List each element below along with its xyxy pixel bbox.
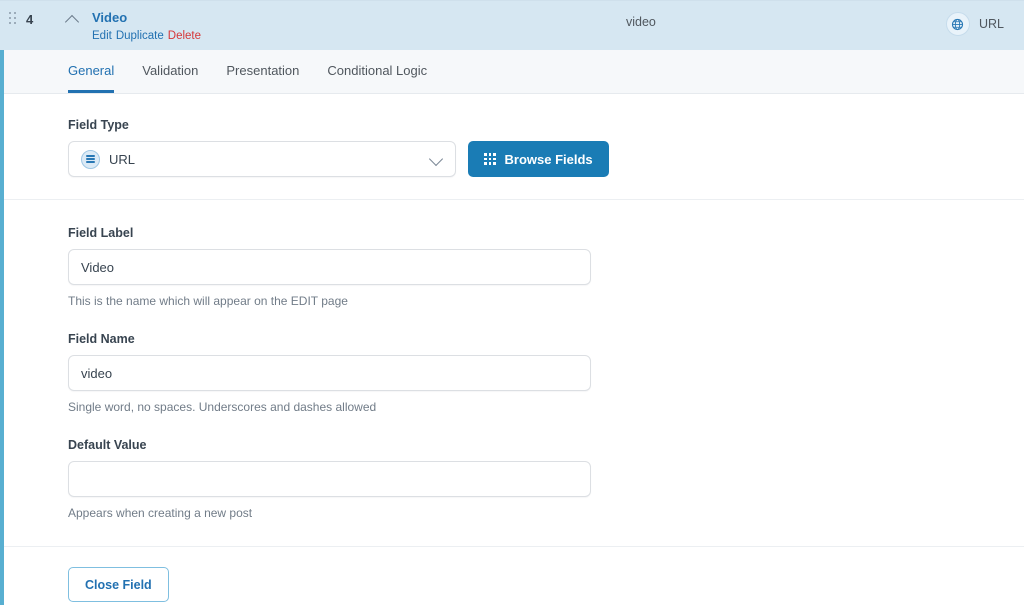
tab-general[interactable]: General bbox=[68, 50, 115, 93]
field-name-input[interactable] bbox=[68, 355, 591, 391]
general-settings-section: Field Label This is the name which will … bbox=[0, 200, 1024, 547]
field-type-row: URL Browse Fields bbox=[68, 141, 1024, 177]
field-name-help: Single word, no spaces. Underscores and … bbox=[68, 400, 377, 414]
field-name-group: Field Name Single word, no spaces. Under… bbox=[68, 332, 1024, 414]
field-title-block: Video Edit Duplicate Delete bbox=[92, 9, 242, 43]
field-footer: Close Field bbox=[0, 547, 1024, 602]
browse-fields-label: Browse Fields bbox=[504, 151, 593, 167]
field-name-caption: Field Name bbox=[68, 332, 135, 346]
grid-dots-icon bbox=[484, 153, 496, 165]
tab-general-label: General bbox=[68, 63, 115, 78]
duplicate-link[interactable]: Duplicate bbox=[116, 30, 164, 42]
chevron-up-icon bbox=[64, 14, 80, 30]
delete-link[interactable]: Delete bbox=[168, 30, 201, 42]
field-title[interactable]: Video bbox=[92, 10, 242, 26]
field-label-caption: Field Label bbox=[68, 226, 134, 240]
field-label-help: This is the name which will appear on th… bbox=[68, 294, 348, 308]
field-header: 4 Video Edit Duplicate Delete video URL bbox=[0, 0, 1024, 50]
globe-icon bbox=[945, 12, 970, 36]
field-type-label-text: Field Type bbox=[68, 118, 129, 132]
field-name-summary: video bbox=[626, 15, 656, 29]
field-settings-tabs: General Validation Presentation Conditio… bbox=[0, 50, 1024, 94]
field-type-selected-value: URL bbox=[109, 151, 136, 167]
default-value-input[interactable] bbox=[68, 461, 591, 497]
field-row-actions: Edit Duplicate Delete bbox=[92, 29, 242, 43]
field-type-summary: URL bbox=[945, 12, 1004, 36]
tab-presentation[interactable]: Presentation bbox=[226, 50, 299, 93]
field-type-section: Field Type URL Browse Fields bbox=[0, 94, 1024, 200]
field-label-group: Field Label This is the name which will … bbox=[68, 226, 1024, 308]
tab-validation-label: Validation bbox=[142, 63, 199, 78]
field-type-select[interactable]: URL bbox=[68, 141, 456, 177]
default-value-caption: Default Value bbox=[68, 438, 147, 452]
field-label-input[interactable] bbox=[68, 249, 591, 285]
tab-conditional-logic-label: Conditional Logic bbox=[327, 63, 428, 78]
close-field-button[interactable]: Close Field bbox=[68, 567, 169, 602]
edit-link[interactable]: Edit bbox=[92, 30, 112, 42]
collapse-toggle-button[interactable] bbox=[52, 9, 92, 30]
default-value-help: Appears when creating a new post bbox=[68, 506, 253, 520]
active-field-accent-bar bbox=[0, 50, 4, 605]
field-type-label: URL bbox=[978, 17, 1004, 31]
chevron-down-icon bbox=[428, 151, 444, 167]
drag-handle-icon bbox=[9, 12, 17, 25]
drag-handle[interactable] bbox=[0, 9, 26, 25]
field-editor-card: 4 Video Edit Duplicate Delete video URL bbox=[0, 0, 1024, 605]
browse-fields-button[interactable]: Browse Fields bbox=[468, 141, 609, 177]
tab-presentation-label: Presentation bbox=[226, 63, 300, 78]
url-circle-icon bbox=[81, 149, 100, 169]
tab-conditional-logic[interactable]: Conditional Logic bbox=[327, 50, 427, 93]
tab-validation[interactable]: Validation bbox=[142, 50, 198, 93]
field-order-number: 4 bbox=[26, 12, 34, 27]
default-value-group: Default Value Appears when creating a ne… bbox=[68, 438, 1024, 520]
